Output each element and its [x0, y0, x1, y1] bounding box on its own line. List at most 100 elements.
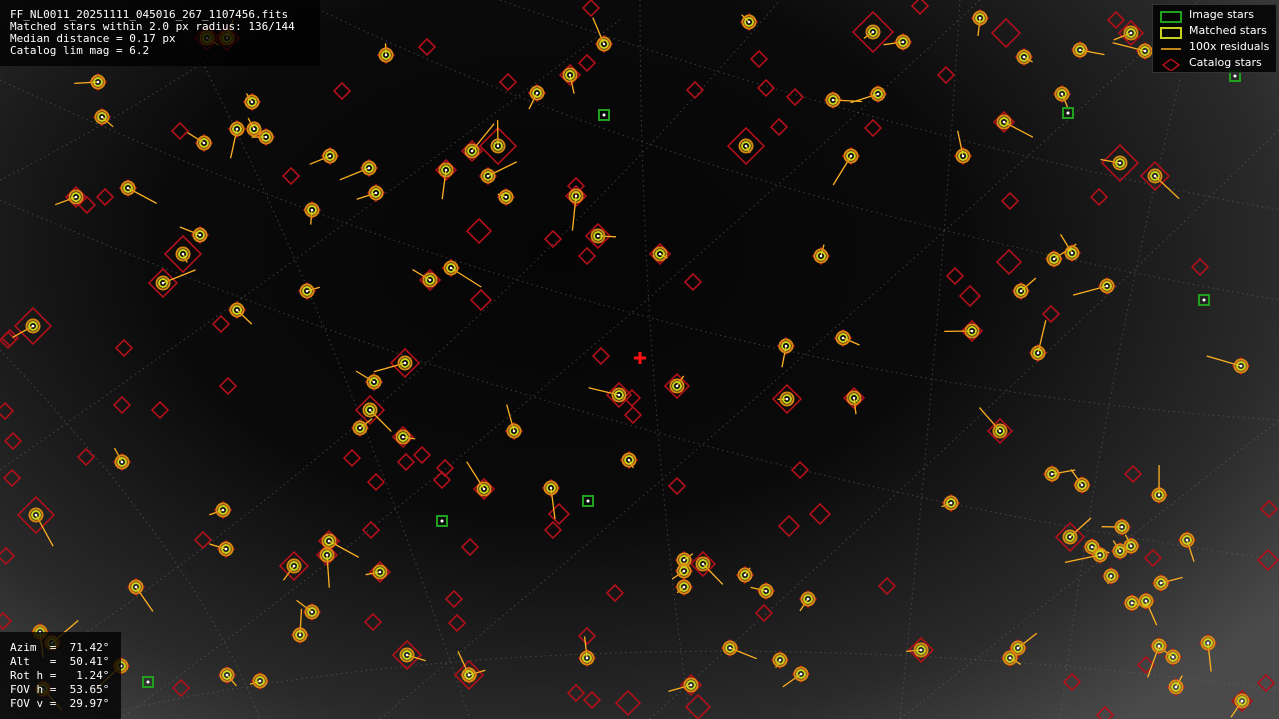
catalog-star-marker: [863, 118, 883, 138]
star-core: [1118, 161, 1122, 165]
catalog-star-marker: [396, 452, 416, 472]
matched-star-marker: [1074, 477, 1090, 493]
matched-star-marker: [737, 567, 753, 583]
catalog-star-marker: [683, 272, 703, 292]
catalog-star-marker: [95, 187, 115, 207]
catalog-star-marker: [0, 611, 13, 631]
matched-star-marker: [196, 135, 212, 151]
catalog-star-marker: [76, 447, 96, 467]
star-core: [1130, 601, 1134, 605]
matched-star-marker: [258, 129, 274, 145]
star-core: [1129, 31, 1133, 35]
legend-row-catalog-stars: Catalog stars: [1153, 55, 1276, 72]
star-core: [327, 539, 331, 543]
star-core: [1090, 545, 1094, 549]
altitude-text: Alt = 50.41°: [10, 655, 110, 668]
matched-star-marker: [779, 391, 795, 407]
star-core: [496, 144, 500, 148]
star-core: [689, 683, 693, 687]
star-core: [310, 208, 314, 212]
matched-star-marker: [943, 495, 959, 511]
catalog-star-marker: [667, 476, 687, 496]
catalog-star-marker: [281, 166, 301, 186]
catalog-star-marker: [211, 314, 231, 334]
matched-star-marker: [229, 121, 245, 137]
star-core: [1036, 351, 1040, 355]
matched-star-marker: [464, 143, 480, 159]
matched-star-marker: [778, 338, 794, 354]
catalog-star-marker: [566, 683, 586, 703]
matched-star-marker: [480, 168, 496, 184]
star-core: [1120, 525, 1124, 529]
star-core: [998, 429, 1002, 433]
azimuth-text: Azim = 71.42°: [10, 641, 110, 654]
matched-star-marker: [1030, 345, 1046, 361]
catalog-star-marker: [1089, 187, 1109, 207]
matched-star-marker: [366, 374, 382, 390]
star-core: [258, 679, 262, 683]
star-core: [403, 361, 407, 365]
star-core: [384, 53, 388, 57]
star-core: [1153, 174, 1157, 178]
catalog-star-marker: [444, 589, 464, 609]
star-core: [482, 487, 486, 491]
star-core: [1159, 581, 1163, 585]
star-core: [1118, 549, 1122, 553]
residual-line: [597, 235, 617, 238]
star-core: [1070, 251, 1074, 255]
star-core: [1068, 535, 1072, 539]
star-core: [1078, 48, 1082, 52]
star-core: [310, 610, 314, 614]
star-core: [602, 42, 606, 46]
star-core: [1016, 646, 1020, 650]
center-cross-icon: [634, 352, 646, 364]
star-core: [100, 115, 104, 119]
matched-star-marker: [568, 188, 584, 204]
star-core: [585, 656, 589, 660]
catalog-star-marker: [577, 626, 597, 646]
matched-star-marker: [1153, 575, 1169, 591]
matched-star-marker: [68, 189, 84, 205]
star-core: [961, 154, 965, 158]
catalog-star-marker: [936, 65, 956, 85]
catalog-star-marker: [3, 431, 23, 451]
catalog-stars-swatch-icon: [1159, 56, 1183, 72]
star-core: [1105, 284, 1109, 288]
catalog-star-marker: [754, 603, 774, 623]
star-core: [549, 486, 553, 490]
catalog-star-marker: [1041, 304, 1061, 324]
matched-star-marker: [1013, 283, 1029, 299]
matched-star-marker: [1123, 25, 1139, 41]
grid-line: [0, 0, 781, 691]
matched-star-marker: [611, 387, 627, 403]
residual-line: [162, 269, 196, 284]
star-core: [1066, 111, 1070, 115]
image-stars-layer: [142, 70, 1241, 688]
star-core: [126, 186, 130, 190]
matched-star-marker: [800, 591, 816, 607]
star-core: [1202, 298, 1206, 302]
matched-star-marker: [1147, 168, 1163, 184]
image-star-marker: [142, 676, 154, 688]
star-core: [919, 648, 923, 652]
grid-line: [0, 79, 1279, 421]
star-core: [806, 597, 810, 601]
catalog-star-marker: [366, 472, 386, 492]
fov-vertical-text: FOV v = 29.97°: [10, 697, 110, 710]
legend-label: 100x residuals: [1189, 40, 1270, 53]
matched-star-marker: [321, 533, 337, 549]
star-core: [367, 166, 371, 170]
matched-star-marker: [155, 275, 171, 291]
matched-star-marker: [543, 480, 559, 496]
catalog-star-marker: [547, 502, 571, 526]
star-core: [849, 154, 853, 158]
catalog-star-marker: [447, 613, 467, 633]
star-core: [405, 653, 409, 657]
matched-star-marker: [1112, 155, 1128, 171]
star-core: [747, 20, 751, 24]
matched-star-marker: [422, 272, 438, 288]
star-core: [682, 569, 686, 573]
star-core: [120, 460, 124, 464]
star-core: [146, 680, 150, 684]
star-core: [198, 233, 202, 237]
